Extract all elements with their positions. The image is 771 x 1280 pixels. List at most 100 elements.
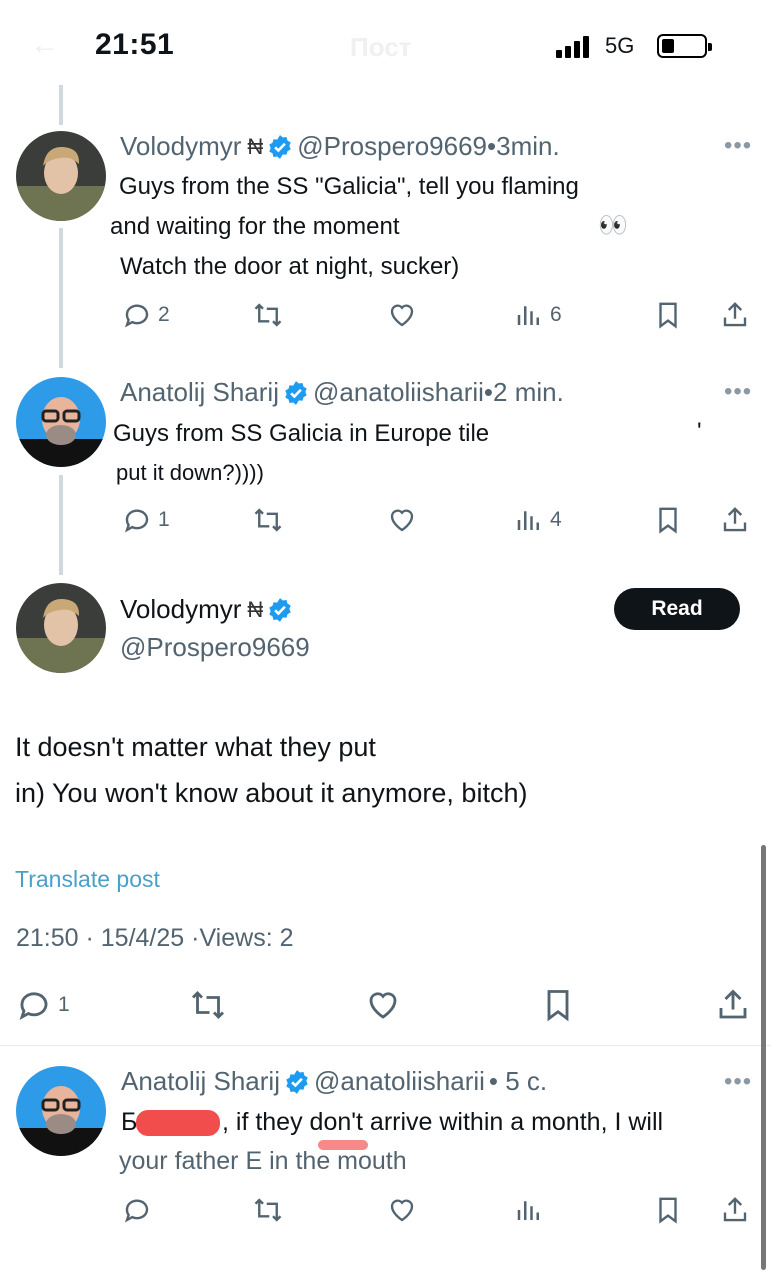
reply-icon [124, 304, 149, 328]
views-icon [517, 1201, 539, 1220]
trident-icon: ₦ [247, 596, 264, 622]
tweet-line: put it down?)))) [116, 460, 264, 485]
status-bar: ← Пост 21:51 5G [0, 0, 771, 90]
like-button[interactable] [387, 505, 417, 535]
author-name[interactable]: Volodymyr [120, 131, 241, 162]
reply-icon [124, 509, 149, 533]
bookmark-button[interactable] [540, 987, 576, 1023]
heart-icon [390, 1199, 414, 1222]
views-icon [517, 511, 539, 530]
retweet-button[interactable] [253, 300, 283, 330]
reply-count: 1 [58, 993, 70, 1016]
reply-icon [124, 1199, 149, 1223]
reply-count: 2 [158, 303, 170, 326]
avatar[interactable] [16, 377, 106, 467]
battery-icon [657, 34, 712, 58]
retweet-icon [254, 508, 282, 532]
bookmark-icon [659, 507, 677, 534]
tweet-line: Guys from the SS "Galicia", tell you fla… [119, 173, 579, 200]
avatar[interactable] [16, 583, 106, 673]
retweet-button[interactable] [253, 505, 283, 535]
reply-icon [19, 992, 48, 1020]
reply-button[interactable]: 1 [16, 987, 70, 1023]
heart-icon [390, 509, 414, 532]
scrollbar[interactable] [761, 845, 766, 1270]
tweet-mark: ' [697, 418, 702, 445]
bookmark-icon [659, 1197, 677, 1224]
share-icon [723, 302, 747, 327]
retweet-icon [254, 1198, 282, 1222]
post-time: •3min. [487, 131, 560, 161]
bookmark-icon [659, 302, 677, 329]
retweet-icon [191, 990, 225, 1020]
tweet-line: Watch the door at night, sucker) [120, 253, 460, 280]
share-button[interactable] [720, 300, 750, 330]
retweet-button[interactable] [189, 987, 227, 1023]
bookmark-button[interactable] [653, 1195, 683, 1225]
avatar[interactable] [16, 1066, 106, 1156]
read-button[interactable]: Read [614, 588, 740, 630]
eyes-emoji: 👀 [598, 212, 628, 239]
post-time: • 5 с. [488, 1066, 548, 1096]
more-options-icon[interactable]: ••• [724, 378, 752, 406]
translate-link[interactable]: Translate post [15, 866, 160, 893]
thread-line [59, 228, 63, 368]
heart-icon [369, 992, 397, 1019]
views-button[interactable]: 6 [514, 300, 562, 330]
like-button[interactable] [365, 987, 401, 1023]
author-name[interactable]: Anatolij Sharij [120, 377, 279, 408]
like-button[interactable] [387, 300, 417, 330]
retweet-icon [254, 303, 282, 327]
divider [0, 1045, 771, 1046]
bookmark-button[interactable] [653, 505, 683, 535]
author-handle[interactable]: @anatoliisharii [314, 1066, 485, 1097]
like-button[interactable] [387, 1195, 417, 1225]
post-time: •2 min. [483, 377, 564, 407]
tweet-header: Anatolij Sharij @anatoliisharii • 5 с. [121, 1066, 547, 1097]
views-count: 6 [550, 303, 562, 326]
more-options-icon[interactable]: ••• [724, 132, 752, 160]
post-meta: 21:50 · 15/4/25 ·Views: 2 [16, 924, 294, 952]
verified-badge-icon [269, 134, 292, 159]
reply-button[interactable]: 2 [122, 300, 170, 330]
clock: 21:51 [95, 28, 175, 61]
reply-button[interactable] [122, 1195, 152, 1225]
redaction-mark [318, 1140, 368, 1150]
reply-count: 1 [158, 508, 170, 531]
tweet-header: Anatolij Sharij @anatoliisharii •2 min. [120, 377, 564, 408]
avatar[interactable] [16, 131, 106, 221]
more-options-icon[interactable]: ••• [724, 1068, 752, 1096]
views-button[interactable]: 4 [514, 505, 562, 535]
author-handle[interactable]: @anatoliisharii [313, 377, 484, 408]
tweet-line: Б [121, 1108, 138, 1136]
trident-icon: ₦ [247, 133, 264, 159]
reply-button[interactable]: 1 [122, 505, 170, 535]
redaction-mark [136, 1110, 220, 1136]
share-button[interactable] [715, 987, 751, 1023]
views-button[interactable] [514, 1195, 544, 1225]
verified-badge-icon [269, 597, 292, 622]
views-count: 4 [550, 508, 562, 531]
retweet-button[interactable] [253, 1195, 283, 1225]
signal-icon [556, 34, 592, 58]
share-icon [723, 1197, 747, 1222]
bookmark-button[interactable] [653, 300, 683, 330]
verified-badge-icon [285, 380, 307, 405]
share-button[interactable] [720, 1195, 750, 1225]
tweet-header: Volodymyr ₦ @Prospero9669 •3min. [120, 131, 560, 162]
share-icon [719, 989, 747, 1019]
author-handle[interactable]: @Prospero9669 [120, 632, 310, 663]
tweet-line: Guys from SS Galicia in Europe tile [113, 420, 490, 447]
post-line: in) You won't know about it anymore, bit… [15, 778, 528, 808]
thread-line [59, 85, 63, 125]
verified-badge-icon [286, 1069, 308, 1094]
share-button[interactable] [720, 505, 750, 535]
network-label: 5G [605, 33, 635, 58]
author-handle[interactable]: @Prospero9669 [297, 131, 487, 162]
back-arrow-icon[interactable]: ← [30, 28, 60, 62]
tweet-line: and waiting for the moment [110, 213, 400, 240]
author-name[interactable]: Volodymyr [120, 594, 241, 625]
author-name[interactable]: Anatolij Sharij [121, 1066, 280, 1097]
views-icon [517, 306, 539, 325]
thread-line [59, 475, 63, 575]
